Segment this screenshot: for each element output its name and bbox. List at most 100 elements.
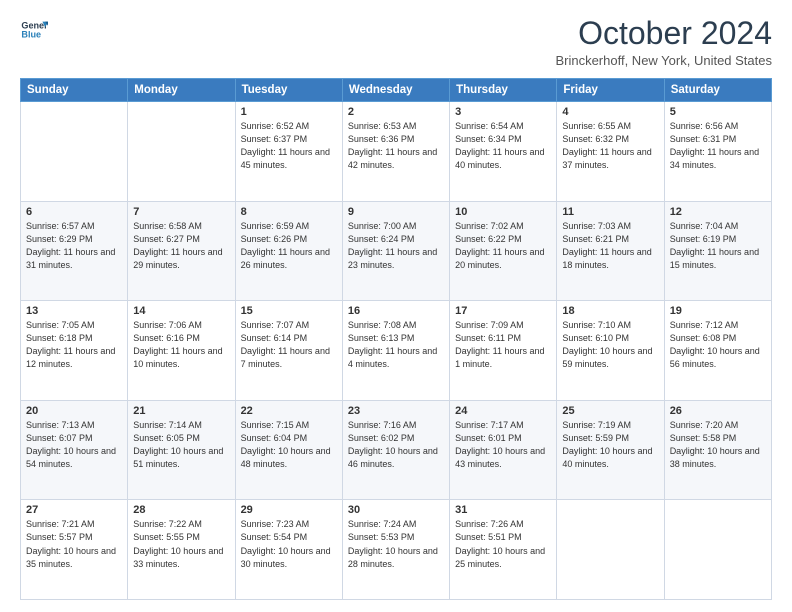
day-cell: 23 Sunrise: 7:16 AM Sunset: 6:02 PM Dayli… — [342, 400, 449, 500]
day-cell: 17Sunrise: 7:09 AM Sunset: 6:11 PM Dayli… — [450, 301, 557, 401]
day-number: 12 — [670, 206, 766, 218]
day-number: 10 — [455, 206, 551, 218]
col-header-tuesday: Tuesday — [235, 79, 342, 102]
day-number: 5 — [670, 106, 766, 118]
day-number: 27 — [26, 504, 122, 516]
day-number: 7 — [133, 206, 229, 218]
day-number: 21 — [133, 405, 229, 417]
week-row-2: 6 Sunrise: 6:57 AM Sunset: 6:29 PM Daylig… — [21, 201, 772, 301]
day-number: 24 — [455, 405, 551, 417]
day-info: Sunrise: 7:06 AM Sunset: 6:16 PM Dayligh… — [133, 319, 229, 371]
day-cell: 10 Sunrise: 7:02 AM Sunset: 6:22 PM Dayli… — [450, 201, 557, 301]
week-row-4: 20 Sunrise: 7:13 AM Sunset: 6:07 PM Dayli… — [21, 400, 772, 500]
day-info: Sunrise: 6:55 AM Sunset: 6:32 PM Dayligh… — [562, 120, 658, 172]
day-info: Sunrise: 7:22 AM Sunset: 5:55 PM Dayligh… — [133, 518, 229, 570]
day-info: Sunrise: 7:23 AM Sunset: 5:54 PM Dayligh… — [241, 518, 337, 570]
header-row: SundayMondayTuesdayWednesdayThursdayFrid… — [21, 79, 772, 102]
day-cell — [128, 102, 235, 202]
day-cell: 24 Sunrise: 7:17 AM Sunset: 6:01 PM Dayli… — [450, 400, 557, 500]
day-number: 22 — [241, 405, 337, 417]
day-cell: 30 Sunrise: 7:24 AM Sunset: 5:53 PM Dayli… — [342, 500, 449, 600]
day-number: 20 — [26, 405, 122, 417]
col-header-sunday: Sunday — [21, 79, 128, 102]
day-cell: 31 Sunrise: 7:26 AM Sunset: 5:51 PM Dayli… — [450, 500, 557, 600]
day-cell: 9 Sunrise: 7:00 AM Sunset: 6:24 PM Daylig… — [342, 201, 449, 301]
day-number: 1 — [241, 106, 337, 118]
day-number: 30 — [348, 504, 444, 516]
title-block: October 2024 Brinckerhoff, New York, Uni… — [555, 16, 772, 68]
calendar-table: SundayMondayTuesdayWednesdayThursdayFrid… — [20, 78, 772, 600]
day-info: Sunrise: 6:54 AM Sunset: 6:34 PM Dayligh… — [455, 120, 551, 172]
week-row-3: 13 Sunrise: 7:05 AM Sunset: 6:18 PM Dayli… — [21, 301, 772, 401]
day-info: Sunrise: 7:16 AM Sunset: 6:02 PM Dayligh… — [348, 419, 444, 471]
day-cell: 28 Sunrise: 7:22 AM Sunset: 5:55 PM Dayli… — [128, 500, 235, 600]
day-info: Sunrise: 7:17 AM Sunset: 6:01 PM Dayligh… — [455, 419, 551, 471]
day-info: Sunrise: 6:52 AM Sunset: 6:37 PM Dayligh… — [241, 120, 337, 172]
day-info: Sunrise: 7:19 AM Sunset: 5:59 PM Dayligh… — [562, 419, 658, 471]
day-info: Sunrise: 7:13 AM Sunset: 6:07 PM Dayligh… — [26, 419, 122, 471]
day-cell — [664, 500, 771, 600]
day-number: 19 — [670, 305, 766, 317]
day-info: Sunrise: 7:24 AM Sunset: 5:53 PM Dayligh… — [348, 518, 444, 570]
day-number: 11 — [562, 206, 658, 218]
day-number: 4 — [562, 106, 658, 118]
day-number: 17 — [455, 305, 551, 317]
day-cell: 1 Sunrise: 6:52 AM Sunset: 6:37 PM Daylig… — [235, 102, 342, 202]
day-info: Sunrise: 6:58 AM Sunset: 6:27 PM Dayligh… — [133, 220, 229, 272]
day-info: Sunrise: 7:05 AM Sunset: 6:18 PM Dayligh… — [26, 319, 122, 371]
day-number: 28 — [133, 504, 229, 516]
logo: General Blue — [20, 16, 48, 44]
day-info: Sunrise: 6:59 AM Sunset: 6:26 PM Dayligh… — [241, 220, 337, 272]
day-cell: 12 Sunrise: 7:04 AM Sunset: 6:19 PM Dayli… — [664, 201, 771, 301]
day-info: Sunrise: 6:56 AM Sunset: 6:31 PM Dayligh… — [670, 120, 766, 172]
day-cell: 21 Sunrise: 7:14 AM Sunset: 6:05 PM Dayli… — [128, 400, 235, 500]
day-cell: 6 Sunrise: 6:57 AM Sunset: 6:29 PM Daylig… — [21, 201, 128, 301]
header: General Blue October 2024 Brinckerhoff, … — [20, 16, 772, 68]
day-cell: 16 Sunrise: 7:08 AM Sunset: 6:13 PM Dayli… — [342, 301, 449, 401]
day-number: 2 — [348, 106, 444, 118]
day-info: Sunrise: 7:04 AM Sunset: 6:19 PM Dayligh… — [670, 220, 766, 272]
day-cell: 4 Sunrise: 6:55 AM Sunset: 6:32 PM Daylig… — [557, 102, 664, 202]
col-header-thursday: Thursday — [450, 79, 557, 102]
day-number: 6 — [26, 206, 122, 218]
day-info: Sunrise: 7:20 AM Sunset: 5:58 PM Dayligh… — [670, 419, 766, 471]
day-cell: 2 Sunrise: 6:53 AM Sunset: 6:36 PM Daylig… — [342, 102, 449, 202]
day-number: 3 — [455, 106, 551, 118]
day-info: Sunrise: 7:08 AM Sunset: 6:13 PM Dayligh… — [348, 319, 444, 371]
day-number: 15 — [241, 305, 337, 317]
day-info: Sunrise: 7:14 AM Sunset: 6:05 PM Dayligh… — [133, 419, 229, 471]
day-info: Sunrise: 7:26 AM Sunset: 5:51 PM Dayligh… — [455, 518, 551, 570]
day-cell: 15Sunrise: 7:07 AM Sunset: 6:14 PM Dayli… — [235, 301, 342, 401]
col-header-wednesday: Wednesday — [342, 79, 449, 102]
col-header-monday: Monday — [128, 79, 235, 102]
day-cell: 14Sunrise: 7:06 AM Sunset: 6:16 PM Dayli… — [128, 301, 235, 401]
day-cell: 5 Sunrise: 6:56 AM Sunset: 6:31 PM Daylig… — [664, 102, 771, 202]
day-info: Sunrise: 7:12 AM Sunset: 6:08 PM Dayligh… — [670, 319, 766, 371]
day-number: 16 — [348, 305, 444, 317]
day-cell: 20 Sunrise: 7:13 AM Sunset: 6:07 PM Dayli… — [21, 400, 128, 500]
day-cell — [557, 500, 664, 600]
month-title: October 2024 — [555, 16, 772, 51]
day-info: Sunrise: 7:00 AM Sunset: 6:24 PM Dayligh… — [348, 220, 444, 272]
day-info: Sunrise: 7:10 AM Sunset: 6:10 PM Dayligh… — [562, 319, 658, 371]
day-cell: 27Sunrise: 7:21 AM Sunset: 5:57 PM Dayli… — [21, 500, 128, 600]
logo-icon: General Blue — [20, 16, 48, 44]
day-number: 31 — [455, 504, 551, 516]
day-number: 25 — [562, 405, 658, 417]
day-cell: 7 Sunrise: 6:58 AM Sunset: 6:27 PM Daylig… — [128, 201, 235, 301]
day-info: Sunrise: 6:53 AM Sunset: 6:36 PM Dayligh… — [348, 120, 444, 172]
day-cell: 18 Sunrise: 7:10 AM Sunset: 6:10 PM Dayli… — [557, 301, 664, 401]
location: Brinckerhoff, New York, United States — [555, 53, 772, 68]
day-info: Sunrise: 7:02 AM Sunset: 6:22 PM Dayligh… — [455, 220, 551, 272]
day-number: 9 — [348, 206, 444, 218]
day-number: 18 — [562, 305, 658, 317]
day-cell: 3 Sunrise: 6:54 AM Sunset: 6:34 PM Daylig… — [450, 102, 557, 202]
svg-text:Blue: Blue — [21, 30, 41, 40]
week-row-5: 27Sunrise: 7:21 AM Sunset: 5:57 PM Dayli… — [21, 500, 772, 600]
day-number: 23 — [348, 405, 444, 417]
day-cell — [21, 102, 128, 202]
day-cell: 19 Sunrise: 7:12 AM Sunset: 6:08 PM Dayli… — [664, 301, 771, 401]
day-number: 13 — [26, 305, 122, 317]
day-info: Sunrise: 6:57 AM Sunset: 6:29 PM Dayligh… — [26, 220, 122, 272]
day-cell: 8Sunrise: 6:59 AM Sunset: 6:26 PM Daylig… — [235, 201, 342, 301]
